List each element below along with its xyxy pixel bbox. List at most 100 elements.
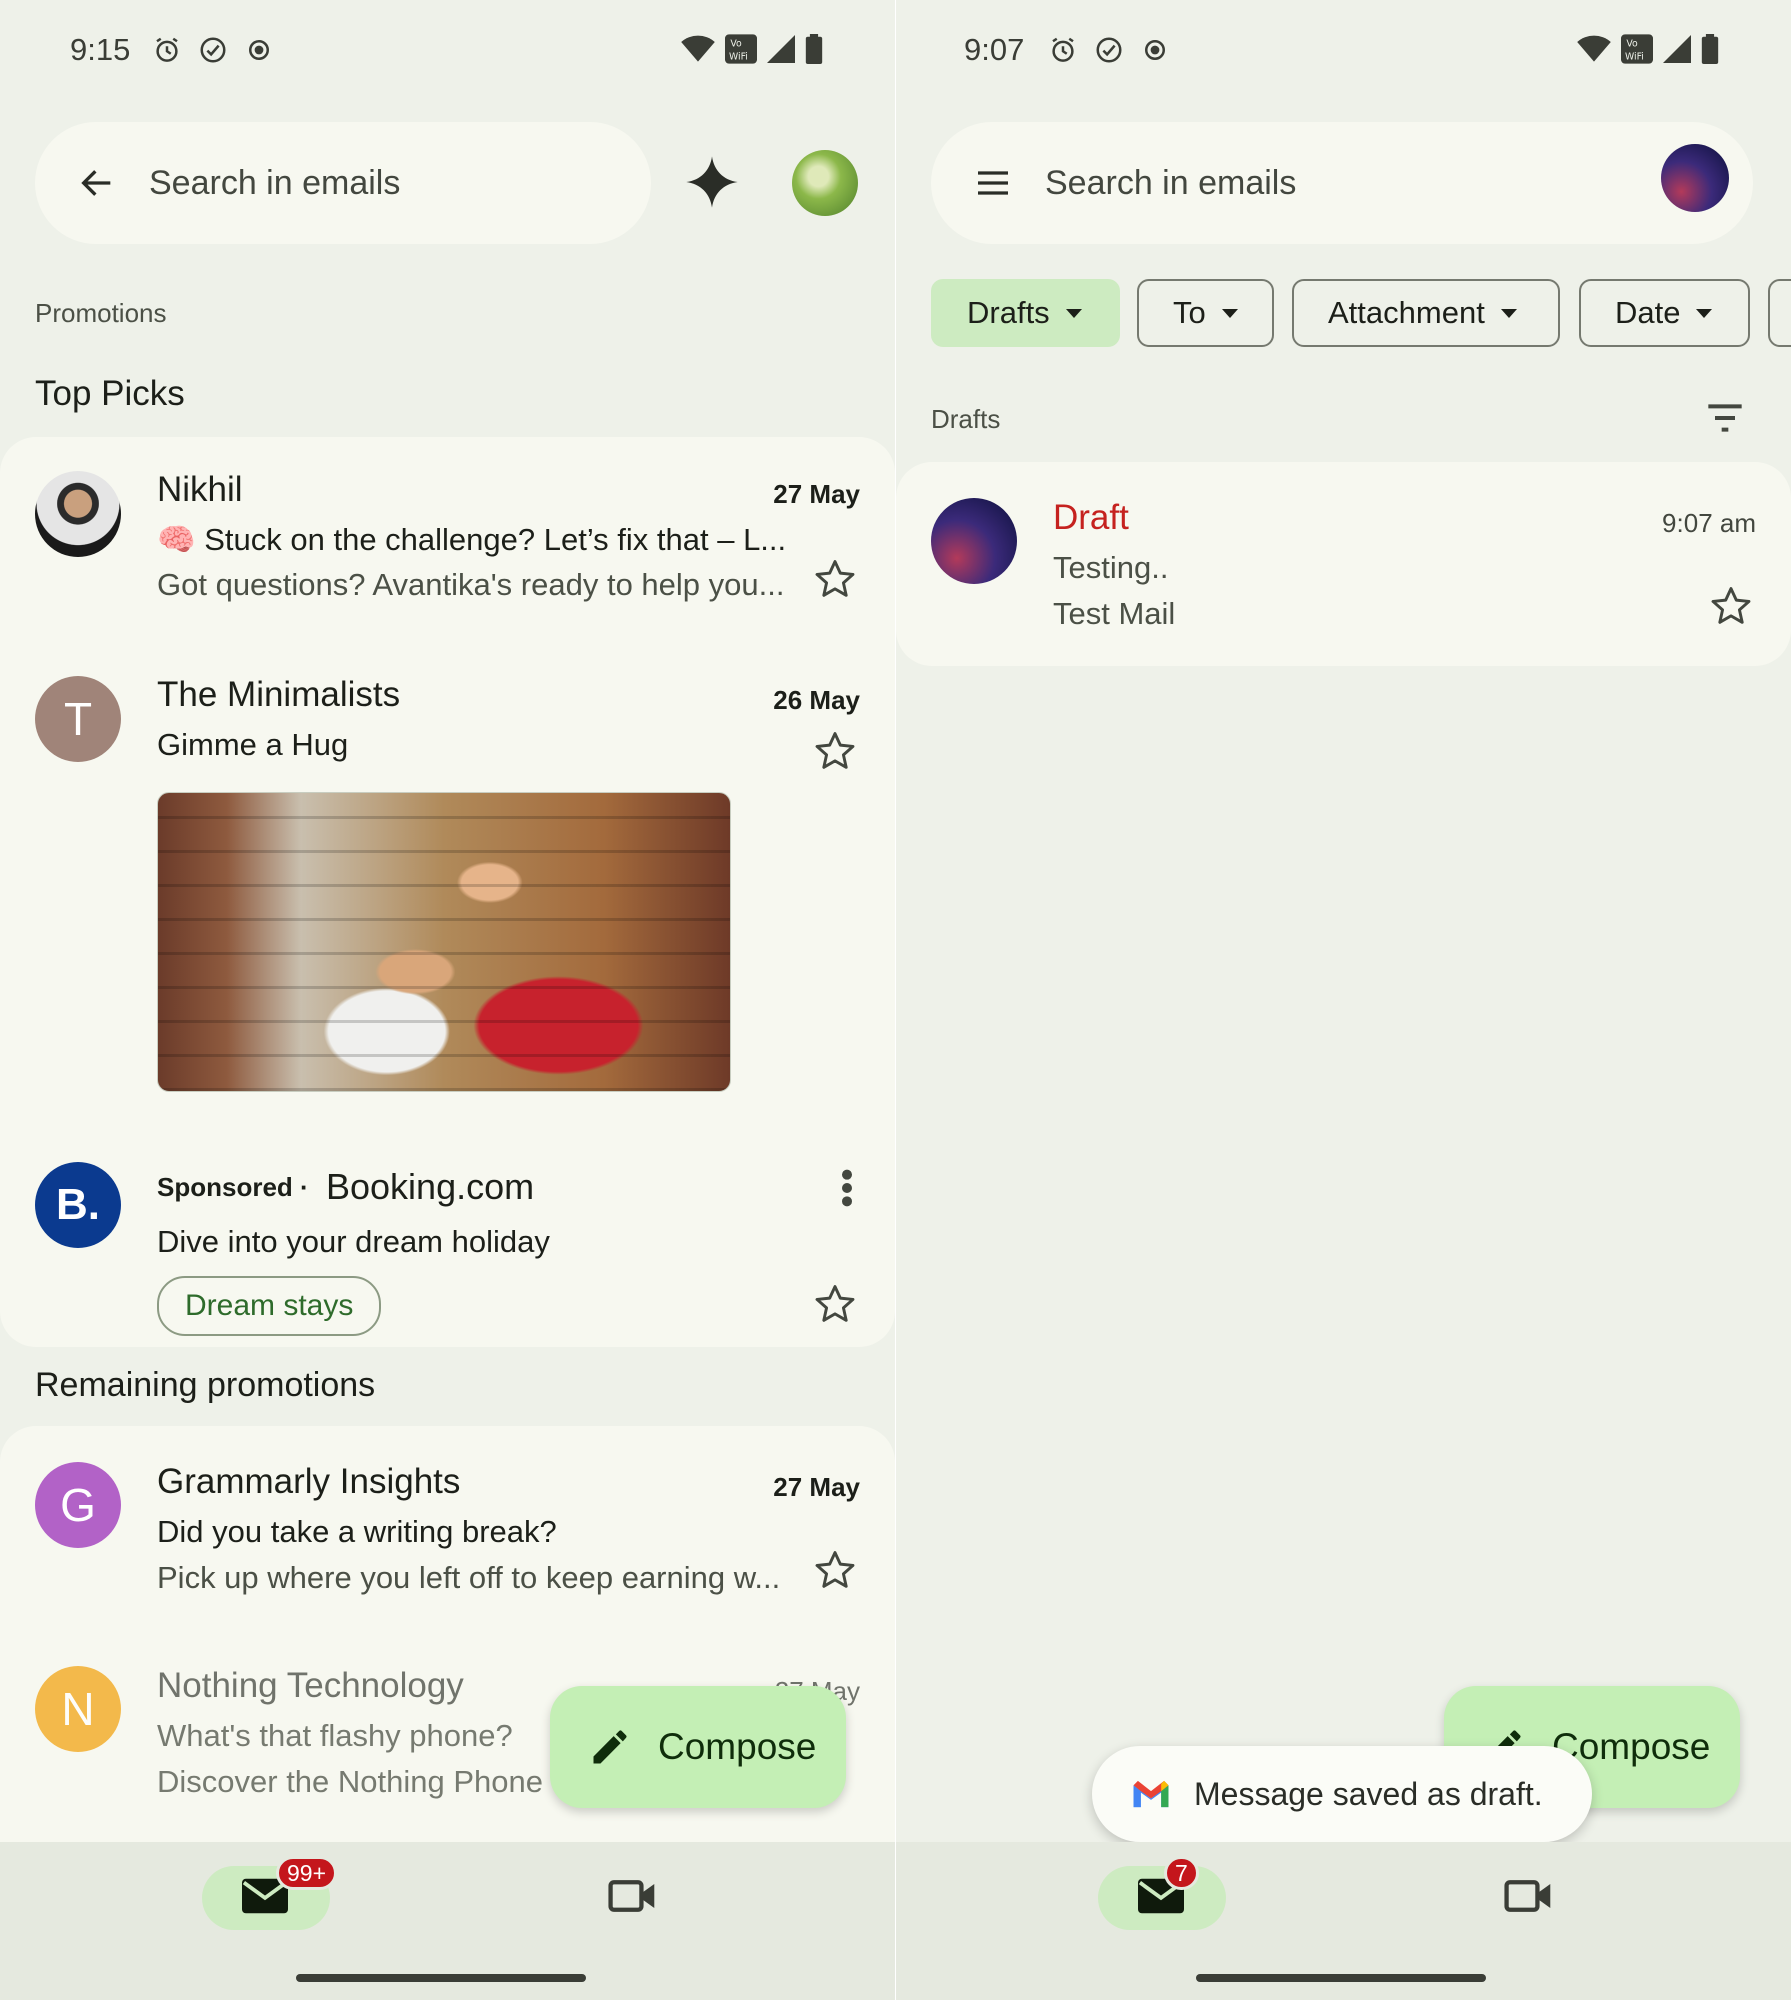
draft-row[interactable]: Draft 9:07 am Testing.. Test Mail: [896, 462, 1791, 666]
email-sender: The Minimalists: [157, 675, 401, 714]
mail-badge: 7: [1164, 1856, 1199, 1890]
vowifi-icon: Vo WiFi: [1621, 34, 1653, 64]
draft-label: Draft: [1053, 498, 1129, 537]
filter-chip-drafts[interactable]: Drafts: [931, 279, 1120, 347]
account-avatar[interactable]: [792, 150, 858, 216]
email-date: 27 May: [773, 1472, 860, 1502]
sender-avatar: G: [35, 1462, 121, 1548]
dropdown-caret-icon: [1696, 308, 1713, 318]
svg-text:WiFi: WiFi: [729, 52, 748, 63]
star-icon[interactable]: [813, 1282, 857, 1326]
compose-label: Compose: [658, 1726, 817, 1767]
sponsor-logo: B.: [35, 1162, 121, 1248]
ad-subject: Dive into your dream holiday: [157, 1224, 550, 1259]
draft-subject: Testing..: [1053, 550, 1169, 585]
sponsor-name: Booking.com: [326, 1166, 535, 1207]
filter-chip-to[interactable]: To: [1137, 279, 1274, 347]
email-date: 26 May: [773, 685, 860, 715]
signal-icon: [767, 35, 795, 63]
email-sender: Nikhil: [157, 470, 243, 509]
record-icon: [249, 40, 269, 60]
email-subject: 🧠 Stuck on the challenge? Let’s fix that…: [157, 522, 787, 557]
dropdown-caret-icon: [1500, 308, 1517, 318]
dropdown-caret-icon: [1065, 308, 1082, 318]
mail-badge: 99+: [276, 1856, 338, 1890]
email-subject: What's that flashy phone?: [157, 1718, 513, 1753]
search-input[interactable]: Search in emails: [1045, 164, 1296, 203]
status-bar: 9:15 Vo WiFi: [0, 0, 895, 100]
svg-text:Vo: Vo: [1626, 38, 1638, 49]
sender-avatar: N: [35, 1666, 121, 1752]
gemini-sparkle-icon[interactable]: [684, 154, 740, 210]
signal-icon: [1663, 35, 1691, 63]
battery-icon: [805, 34, 823, 64]
snackbar-message: Message saved as draft.: [1194, 1775, 1543, 1812]
search-bar[interactable]: Search in emails: [35, 122, 651, 244]
email-image-preview[interactable]: [157, 792, 731, 1092]
pencil-icon: [593, 1730, 627, 1764]
draft-snippet: Test Mail: [1053, 596, 1176, 631]
alarm-icon: [1052, 37, 1074, 62]
sender-avatar: [931, 498, 1017, 584]
email-date: 27 May: [773, 479, 860, 509]
dream-stays-chip[interactable]: Dream stays: [157, 1276, 382, 1336]
section-label-drafts: Drafts: [931, 404, 1001, 434]
email-subject: Did you take a writing break?: [157, 1514, 557, 1549]
bottom-navigation: 7: [896, 1842, 1791, 2000]
sender-avatar-photo: [35, 471, 121, 557]
status-time: 9:15: [70, 32, 131, 67]
svg-text:Vo: Vo: [730, 38, 742, 49]
back-button[interactable]: [67, 153, 127, 213]
email-snippet: Discover the Nothing Phone: [157, 1764, 544, 1799]
filter-chip-attachment[interactable]: Attachment: [1292, 279, 1560, 347]
email-sender: Grammarly Insights: [157, 1462, 461, 1501]
section-label-promotions: Promotions: [35, 298, 167, 328]
home-indicator: [1196, 1974, 1486, 1982]
check-circle-icon: [1096, 37, 1122, 63]
back-arrow-icon: [81, 170, 111, 196]
promotions-screen: 9:15 Vo WiFi Search in emails Promotions …: [0, 0, 895, 2000]
bottom-navigation: 99+: [0, 1842, 895, 2000]
wifi-icon: [681, 35, 715, 62]
alarm-icon: [156, 37, 178, 62]
account-avatar[interactable]: [1661, 144, 1729, 212]
check-circle-icon: [200, 37, 226, 63]
dropdown-caret-icon: [1221, 308, 1238, 318]
wifi-icon: [1577, 35, 1611, 62]
search-bar[interactable]: Search in emails: [931, 122, 1753, 244]
vowifi-icon: Vo WiFi: [725, 34, 757, 64]
record-icon: [1145, 40, 1165, 60]
email-snippet: Got questions? Avantika's ready to help …: [157, 567, 785, 602]
email-subject: Gimme a Hug: [157, 727, 349, 762]
email-sender: Nothing Technology: [157, 1666, 464, 1705]
hamburger-menu-icon: [978, 171, 1008, 195]
snackbar: Message saved as draft.: [1092, 1746, 1592, 1842]
sponsored-label: Sponsored ·: [157, 1172, 309, 1202]
status-bar: 9:07 Vo WiFi: [896, 0, 1791, 100]
star-icon[interactable]: [813, 729, 857, 773]
status-time: 9:07: [964, 32, 1025, 67]
star-icon[interactable]: [813, 557, 857, 601]
video-icon[interactable]: [608, 1876, 656, 1916]
drafts-screen: 9:07 Vo WiFi Search in emails Drafts To A…: [896, 0, 1791, 2000]
top-picks-heading: Top Picks: [35, 374, 185, 413]
compose-button[interactable]: Compose: [550, 1686, 846, 1808]
star-icon[interactable]: [813, 1548, 857, 1592]
remaining-promotions-heading: Remaining promotions: [35, 1366, 376, 1404]
filter-list-icon[interactable]: [1705, 402, 1745, 434]
email-snippet: Pick up where you left off to keep earni…: [157, 1560, 781, 1595]
gmail-logo-icon: [1133, 1780, 1169, 1808]
star-icon[interactable]: [1709, 584, 1753, 628]
sender-avatar: T: [35, 676, 121, 762]
menu-button[interactable]: [963, 153, 1023, 213]
video-icon[interactable]: [1504, 1876, 1552, 1916]
home-indicator: [296, 1974, 586, 1982]
filter-chip-date[interactable]: Date: [1579, 279, 1750, 347]
search-input[interactable]: Search in emails: [149, 164, 400, 203]
more-vert-icon[interactable]: [837, 1168, 857, 1208]
filter-chip-more[interactable]: [1768, 279, 1791, 347]
svg-text:WiFi: WiFi: [1625, 52, 1644, 63]
brain-emoji: 🧠: [157, 522, 196, 557]
battery-icon: [1701, 34, 1719, 64]
draft-time: 9:07 am: [1662, 508, 1756, 538]
